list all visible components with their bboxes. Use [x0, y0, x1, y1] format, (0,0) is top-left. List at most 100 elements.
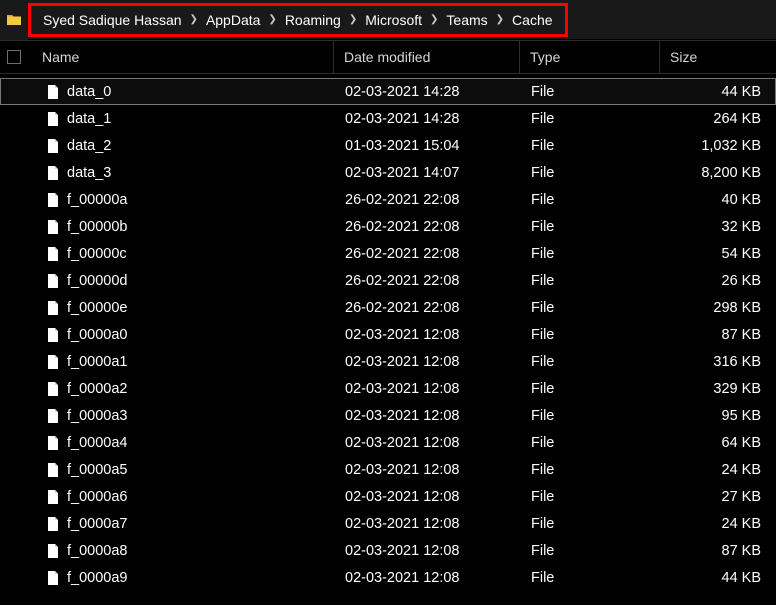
- chevron-right-icon[interactable]: ❯: [347, 14, 359, 25]
- file-size-cell: 298 KB: [661, 300, 775, 316]
- file-name-cell: f_0000a9: [29, 570, 335, 586]
- file-name-cell: data_2: [29, 138, 335, 154]
- column-headers: Name Date modified Type Size: [0, 40, 776, 74]
- file-icon: [45, 435, 61, 451]
- table-row[interactable]: f_0000a702-03-2021 12:08File24 KB: [0, 510, 776, 537]
- file-size-cell: 44 KB: [661, 84, 775, 100]
- chevron-right-icon[interactable]: ❯: [188, 14, 200, 25]
- breadcrumb-item[interactable]: AppData: [200, 12, 266, 28]
- table-row[interactable]: f_0000a202-03-2021 12:08File329 KB: [0, 375, 776, 402]
- file-name-cell: f_0000a5: [29, 462, 335, 478]
- table-row[interactable]: f_0000a602-03-2021 12:08File27 KB: [0, 483, 776, 510]
- file-type-cell: File: [521, 327, 661, 343]
- file-name-label: f_0000a9: [67, 570, 127, 586]
- file-name-label: f_0000a4: [67, 435, 127, 451]
- file-size-cell: 26 KB: [661, 273, 775, 289]
- file-date-cell: 26-02-2021 22:08: [335, 246, 521, 262]
- breadcrumb-item[interactable]: Syed Sadique Hassan: [37, 12, 188, 28]
- table-row[interactable]: f_0000a402-03-2021 12:08File64 KB: [0, 429, 776, 456]
- file-type-cell: File: [521, 570, 661, 586]
- file-size-cell: 264 KB: [661, 111, 775, 127]
- table-row[interactable]: data_002-03-2021 14:28File44 KB: [0, 78, 776, 105]
- file-date-cell: 02-03-2021 14:28: [335, 111, 521, 127]
- file-name-label: f_0000a1: [67, 354, 127, 370]
- file-name-cell: f_0000a8: [29, 543, 335, 559]
- file-icon: [45, 300, 61, 316]
- file-type-cell: File: [521, 300, 661, 316]
- folder-icon: [6, 12, 22, 28]
- file-date-cell: 02-03-2021 12:08: [335, 543, 521, 559]
- chevron-right-icon[interactable]: ❯: [494, 14, 506, 25]
- file-type-cell: File: [521, 273, 661, 289]
- table-row[interactable]: f_00000e26-02-2021 22:08File298 KB: [0, 294, 776, 321]
- table-row[interactable]: f_00000b26-02-2021 22:08File32 KB: [0, 213, 776, 240]
- file-type-cell: File: [521, 408, 661, 424]
- table-row[interactable]: data_201-03-2021 15:04File1,032 KB: [0, 132, 776, 159]
- file-name-label: f_00000c: [67, 246, 127, 262]
- file-icon: [45, 516, 61, 532]
- file-size-cell: 8,200 KB: [661, 165, 775, 181]
- file-name-label: data_0: [67, 84, 111, 100]
- file-icon: [45, 462, 61, 478]
- table-row[interactable]: f_0000a102-03-2021 12:08File316 KB: [0, 348, 776, 375]
- chevron-right-icon[interactable]: ❯: [266, 14, 278, 25]
- file-size-cell: 329 KB: [661, 381, 775, 397]
- file-name-label: f_00000d: [67, 273, 127, 289]
- column-header-type[interactable]: Type: [520, 41, 660, 73]
- file-type-cell: File: [521, 219, 661, 235]
- file-size-cell: 87 KB: [661, 327, 775, 343]
- breadcrumb-item[interactable]: Microsoft: [359, 12, 428, 28]
- file-name-label: f_00000a: [67, 192, 127, 208]
- file-icon: [45, 543, 61, 559]
- column-header-size[interactable]: Size: [660, 41, 774, 73]
- file-date-cell: 02-03-2021 12:08: [335, 327, 521, 343]
- file-name-label: f_0000a5: [67, 462, 127, 478]
- file-size-cell: 32 KB: [661, 219, 775, 235]
- file-name-cell: f_00000e: [29, 300, 335, 316]
- file-size-cell: 95 KB: [661, 408, 775, 424]
- file-name-label: data_2: [67, 138, 111, 154]
- file-icon: [45, 408, 61, 424]
- table-row[interactable]: f_0000a302-03-2021 12:08File95 KB: [0, 402, 776, 429]
- file-size-cell: 40 KB: [661, 192, 775, 208]
- select-all-checkbox[interactable]: [0, 50, 28, 64]
- file-icon: [45, 381, 61, 397]
- file-icon: [45, 138, 61, 154]
- table-row[interactable]: data_302-03-2021 14:07File8,200 KB: [0, 159, 776, 186]
- file-type-cell: File: [521, 246, 661, 262]
- breadcrumb-item[interactable]: Roaming: [279, 12, 347, 28]
- file-date-cell: 02-03-2021 12:08: [335, 381, 521, 397]
- file-name-cell: data_3: [29, 165, 335, 181]
- file-icon: [45, 111, 61, 127]
- file-type-cell: File: [521, 516, 661, 532]
- breadcrumb-item[interactable]: Cache: [506, 12, 558, 28]
- table-row[interactable]: f_00000c26-02-2021 22:08File54 KB: [0, 240, 776, 267]
- breadcrumb[interactable]: Syed Sadique Hassan❯AppData❯Roaming❯Micr…: [28, 3, 568, 37]
- file-name-cell: f_0000a2: [29, 381, 335, 397]
- file-date-cell: 02-03-2021 12:08: [335, 516, 521, 532]
- table-row[interactable]: f_0000a802-03-2021 12:08File87 KB: [0, 537, 776, 564]
- table-row[interactable]: f_0000a502-03-2021 12:08File24 KB: [0, 456, 776, 483]
- file-icon: [45, 219, 61, 235]
- chevron-right-icon[interactable]: ❯: [428, 14, 440, 25]
- table-row[interactable]: f_0000a902-03-2021 12:08File44 KB: [0, 564, 776, 591]
- file-name-label: f_0000a3: [67, 408, 127, 424]
- table-row[interactable]: f_0000a002-03-2021 12:08File87 KB: [0, 321, 776, 348]
- column-header-name[interactable]: Name: [28, 41, 334, 73]
- breadcrumb-item[interactable]: Teams: [440, 12, 493, 28]
- address-bar: Syed Sadique Hassan❯AppData❯Roaming❯Micr…: [0, 0, 776, 40]
- file-name-label: f_0000a2: [67, 381, 127, 397]
- table-row[interactable]: f_00000d26-02-2021 22:08File26 KB: [0, 267, 776, 294]
- file-name-cell: data_1: [29, 111, 335, 127]
- table-row[interactable]: data_102-03-2021 14:28File264 KB: [0, 105, 776, 132]
- file-icon: [45, 165, 61, 181]
- table-row[interactable]: f_00000a26-02-2021 22:08File40 KB: [0, 186, 776, 213]
- file-icon: [45, 246, 61, 262]
- column-header-date[interactable]: Date modified: [334, 41, 520, 73]
- file-date-cell: 02-03-2021 12:08: [335, 570, 521, 586]
- file-name-cell: f_00000d: [29, 273, 335, 289]
- file-name-label: data_3: [67, 165, 111, 181]
- file-type-cell: File: [521, 462, 661, 478]
- file-name-cell: f_0000a0: [29, 327, 335, 343]
- file-name-cell: data_0: [29, 84, 335, 100]
